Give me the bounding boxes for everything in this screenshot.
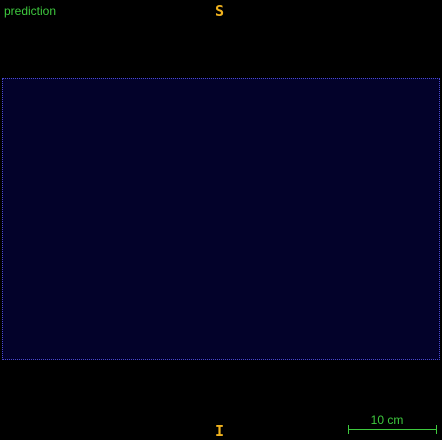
scale-bar-right-tick (436, 425, 437, 434)
volume-bounding-box[interactable] (2, 78, 440, 360)
orientation-inferior-label: I (215, 422, 225, 440)
scale-bar-line (348, 429, 436, 430)
slice-viewport[interactable]: prediction S I A P 10 cm (0, 0, 442, 440)
scale-bar-left-tick (348, 425, 349, 434)
mode-label: prediction (4, 4, 57, 18)
orientation-superior-label: S (215, 2, 225, 20)
scale-bar-label: 10 cm (370, 413, 404, 427)
scale-bar: 10 cm (348, 412, 438, 434)
